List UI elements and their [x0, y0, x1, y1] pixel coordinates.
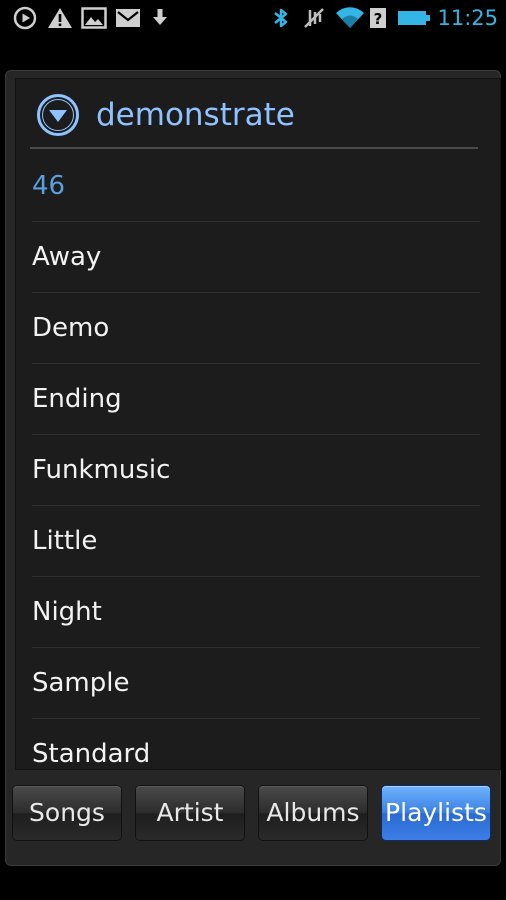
- mail-icon: [114, 6, 142, 30]
- list-item[interactable]: Ending: [16, 364, 500, 435]
- screen: ? 11:25 demonstrate 46 Away Demo Ending …: [0, 0, 506, 900]
- list-item-label: Sample: [32, 668, 130, 698]
- tab-albums[interactable]: Albums: [259, 786, 367, 840]
- list-item[interactable]: Away: [16, 222, 500, 293]
- list-item-label: Demo: [32, 313, 110, 343]
- list-item-label: Night: [32, 597, 102, 627]
- list-item-label: Funkmusic: [32, 455, 171, 485]
- list-item[interactable]: Night: [16, 577, 500, 648]
- list-item-label: Away: [32, 242, 102, 272]
- list-item[interactable]: Little: [16, 506, 500, 577]
- list-item[interactable]: Funkmusic: [16, 435, 500, 506]
- play-circle-icon: [12, 6, 38, 30]
- list-item[interactable]: Standard: [16, 719, 500, 769]
- playlist-dialog: demonstrate 46 Away Demo Ending Funkmusi…: [5, 70, 501, 866]
- tab-playlists[interactable]: Playlists: [382, 786, 490, 840]
- bluetooth-icon: [271, 6, 291, 30]
- header-divider: [30, 147, 478, 149]
- wifi-icon: [334, 6, 366, 30]
- status-bar: ? 11:25: [0, 0, 506, 36]
- battery-icon: [396, 6, 432, 30]
- list-item[interactable]: Sample: [16, 648, 500, 719]
- dialog-content: demonstrate 46 Away Demo Ending Funkmusi…: [15, 78, 501, 770]
- chevron-down-circle-icon[interactable]: [36, 93, 80, 137]
- list-item-label: Standard: [32, 739, 151, 769]
- list-item[interactable]: Demo: [16, 293, 500, 364]
- image-icon: [80, 6, 108, 30]
- list-item-label: Ending: [32, 384, 122, 414]
- download-icon: [150, 6, 170, 30]
- tab-songs[interactable]: Songs: [13, 786, 121, 840]
- tab-bar: Songs Artist Albums Playlists: [5, 780, 501, 850]
- signal-unknown-icon: ?: [368, 6, 388, 30]
- dialog-header[interactable]: demonstrate: [16, 79, 500, 151]
- list-item-label: Little: [32, 526, 98, 556]
- vibrate-mute-icon: [300, 6, 328, 30]
- count-label: 46: [32, 171, 66, 201]
- warning-icon: [46, 6, 74, 30]
- tab-artist[interactable]: Artist: [136, 786, 244, 840]
- list-item-count[interactable]: 46: [16, 151, 500, 222]
- dialog-title: demonstrate: [96, 97, 295, 133]
- clock: 11:25: [437, 6, 498, 30]
- svg-text:?: ?: [374, 10, 383, 28]
- playlist-list[interactable]: 46 Away Demo Ending Funkmusic Little Nig…: [16, 151, 500, 769]
